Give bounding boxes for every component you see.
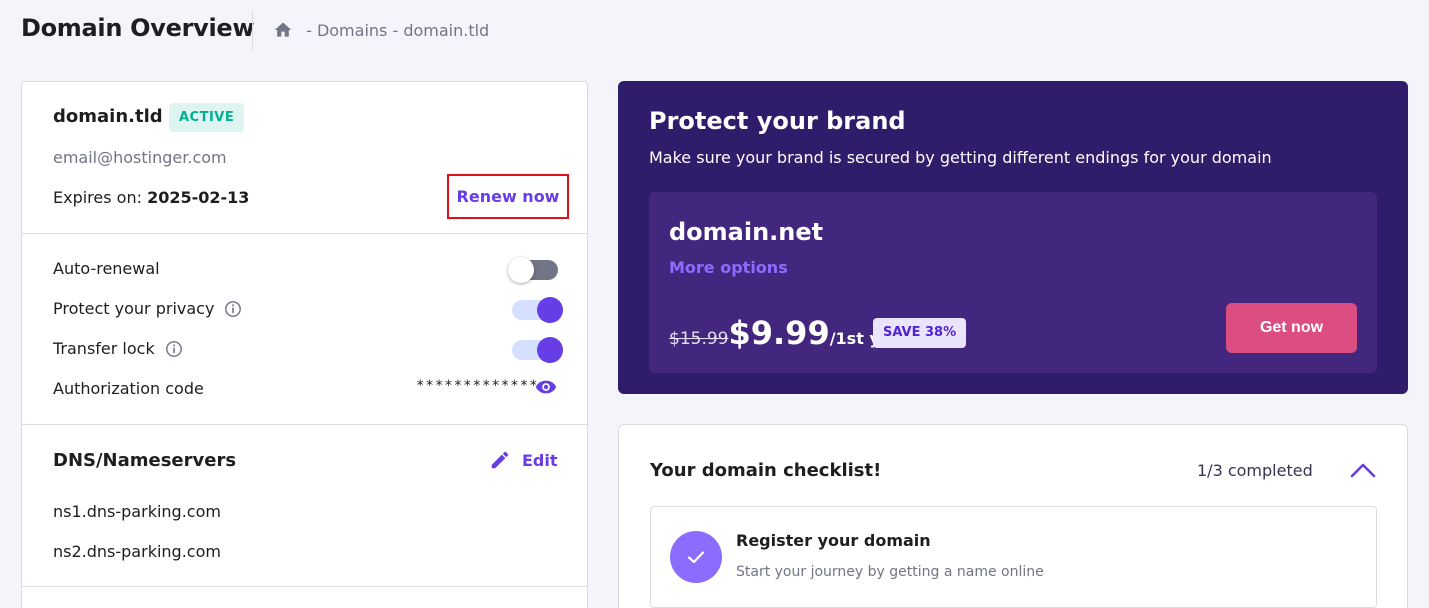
promo-title: Protect your brand [649,107,906,135]
new-price: $9.99 [728,314,830,352]
header-divider [252,11,253,51]
task-title: Register your domain [736,531,931,550]
expiry-info: Expires on: 2025-02-13 [53,188,249,207]
breadcrumb-domains[interactable]: - Domains [301,21,387,40]
divider [22,233,587,234]
save-badge: SAVE 38% [873,318,967,348]
info-icon[interactable] [165,340,183,358]
offer-domain-name: domain.net [669,218,824,246]
checklist-task[interactable]: Register your domain Start your journey … [650,506,1377,608]
edit-label: Edit [522,450,558,470]
auto-renewal-text: Auto-renewal [53,259,160,278]
checklist-title: Your domain checklist! [650,460,882,481]
breadcrumb: - Domains - domain.tld [273,20,489,40]
toggle-knob [537,337,563,363]
transfer-lock-toggle[interactable] [512,337,563,363]
eye-icon[interactable] [535,379,557,395]
nameserver-1: ns1.dns-parking.com [53,502,221,521]
page-title: Domain Overview [21,14,255,42]
domain-details-card: domain.tld ACTIVE email@hostinger.com Ex… [21,81,588,608]
auto-renewal-label: Auto-renewal [53,259,160,278]
nameserver-2: ns2.dns-parking.com [53,542,221,561]
auth-code-label: Authorization code [53,379,204,398]
divider [22,586,587,587]
info-icon[interactable] [224,300,242,318]
protect-brand-card: Protect your brand Make sure your brand … [618,81,1408,394]
expires-label: Expires on: [53,188,148,207]
privacy-toggle[interactable] [512,297,563,323]
divider [22,424,587,425]
old-price: $15.99 [669,329,729,349]
edit-dns-button[interactable]: Edit [489,449,558,471]
pencil-icon [491,451,509,469]
get-now-button[interactable]: Get now [1226,303,1357,353]
auth-code-value: ************* [416,378,539,394]
renew-now-button[interactable]: Renew now [447,174,569,219]
privacy-row-label: Protect your privacy [53,299,242,318]
dns-section-title: DNS/Nameservers [53,450,237,471]
more-options-link[interactable]: More options [669,258,788,277]
auth-code-text: Authorization code [53,379,204,398]
expires-date: 2025-02-13 [147,188,250,207]
status-badge: ACTIVE [169,103,245,132]
domain-checklist-card: Your domain checklist! 1/3 completed Reg… [618,424,1408,608]
promo-subtitle: Make sure your brand is secured by getti… [649,148,1272,167]
owner-email: email@hostinger.com [53,148,227,167]
transfer-lock-text: Transfer lock [53,339,155,358]
domain-name: domain.tld [53,106,163,127]
auto-renewal-toggle[interactable] [508,257,558,283]
toggle-knob [537,297,563,323]
price: $15.99 $9.99 /1st yr [669,314,888,352]
task-subtitle: Start your journey by getting a name onl… [736,564,1044,580]
check-icon [670,531,722,583]
page-header: Domain Overview - Domains - domain.tld [0,0,1429,62]
chevron-up-icon[interactable] [1350,460,1376,480]
checklist-progress: 1/3 completed [1197,461,1313,480]
domain-offer: domain.net More options $15.99 $9.99 /1s… [649,192,1377,373]
transfer-lock-row-label: Transfer lock [53,339,183,358]
toggle-knob [508,257,534,283]
home-icon[interactable] [273,20,293,40]
breadcrumb-current: - domain.tld [387,20,490,40]
privacy-text: Protect your privacy [53,299,215,318]
